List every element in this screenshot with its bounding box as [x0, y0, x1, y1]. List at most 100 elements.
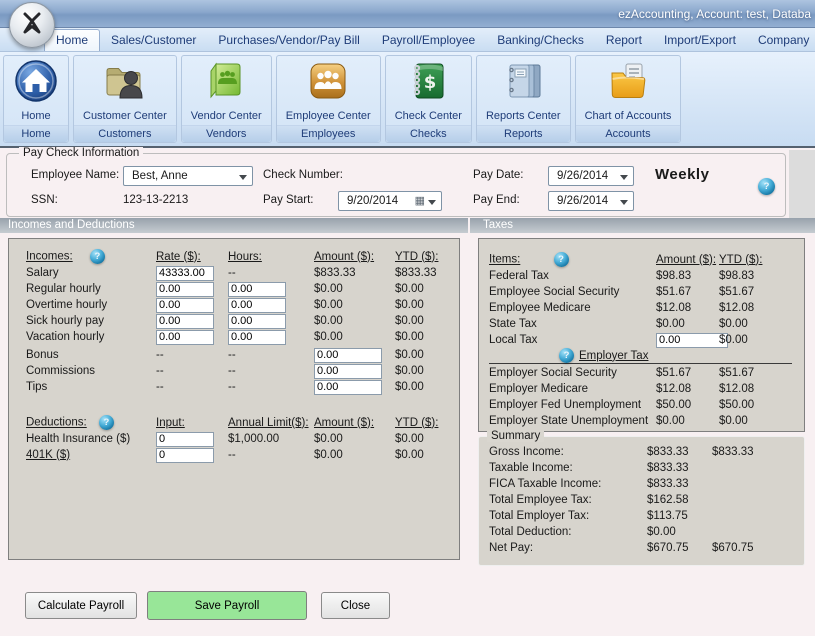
col-header-annual-limit: Annual Limit($): — [228, 416, 314, 431]
report-books-icon — [500, 58, 546, 109]
col-header-amount: Amount ($): — [314, 250, 395, 265]
ribbon-group-label-employees[interactable]: Employees — [277, 125, 380, 142]
summary-groupbox: Summary Gross Income: $833.33 $833.33 Ta… — [478, 436, 805, 566]
health-insurance-input[interactable] — [156, 432, 214, 447]
home-icon — [13, 58, 59, 109]
ribbon-group-label-accounts[interactable]: Accounts — [576, 125, 681, 142]
pay-date-label: Pay Date: — [473, 169, 524, 181]
summary-row-net-pay: Net Pay: $670.75 $670.75 — [479, 540, 804, 556]
ribbon-group-label-checks[interactable]: Checks — [386, 125, 471, 142]
ribbon-group-customers: Customer Center Customers — [73, 55, 177, 143]
col-header-hours: Hours: — [228, 250, 314, 265]
tab-import-export[interactable]: Import/Export — [653, 29, 747, 51]
save-payroll-button[interactable]: Save Payroll — [147, 591, 307, 620]
col-header-rate: Rate ($): — [156, 250, 228, 265]
close-button[interactable]: Close — [321, 592, 390, 619]
ribbon-group-label-vendors[interactable]: Vendors — [182, 125, 271, 142]
tax-row-state: State Tax $0.00 $0.00 — [479, 316, 804, 332]
col-header-amount: Amount ($): — [656, 253, 719, 268]
ribbon-button-label: Employee Center — [286, 110, 371, 122]
app-menu-button[interactable] — [9, 2, 55, 48]
tab-banking-checks[interactable]: Banking/Checks — [486, 29, 595, 51]
chart-of-accounts-button[interactable]: Chart of Accounts — [576, 56, 681, 125]
paycheck-info-legend: Pay Check Information — [19, 147, 143, 159]
menu-bar: Home Sales/Customer Purchases/Vendor/Pay… — [0, 28, 815, 52]
vendor-center-button[interactable]: Vendor Center — [182, 56, 271, 125]
ribbon-group-vendors: Vendor Center Vendors — [181, 55, 272, 143]
ribbon-group-checks: $ Check Center Checks — [385, 55, 472, 143]
bonus-amount-input[interactable] — [314, 348, 382, 363]
employee-name-select[interactable]: Best, Anne — [123, 166, 253, 186]
customer-folder-icon — [102, 58, 148, 109]
401k-input[interactable] — [156, 448, 214, 463]
help-icon[interactable] — [758, 178, 775, 195]
ribbon-toolbar: Home Home Customer Center Customers — [0, 52, 815, 148]
tax-row-federal: Federal Tax $98.83 $98.83 — [479, 268, 804, 284]
title-bar: ezAccounting, Account: test, Databa — [0, 0, 815, 28]
ribbon-group-label-home[interactable]: Home — [4, 125, 68, 142]
commissions-amount-input[interactable] — [314, 364, 382, 379]
income-row-sick-hourly-pay: Sick hourly pay $0.00 $0.00 — [9, 313, 459, 329]
regular-hourly-hours-input[interactable] — [228, 282, 286, 297]
check-center-button[interactable]: $ Check Center — [386, 56, 471, 125]
ribbon-group-reports: Reports Center Reports — [476, 55, 571, 143]
summary-legend: Summary — [487, 430, 544, 442]
col-header-amount: Amount ($): — [314, 416, 395, 431]
employee-name-label: Employee Name: — [31, 169, 119, 181]
pay-date-picker[interactable]: 9/26/2014 — [548, 166, 634, 186]
tab-report[interactable]: Report — [595, 29, 653, 51]
summary-row-gross-income: Gross Income: $833.33 $833.33 — [479, 444, 804, 460]
tax-row-employer-medicare: Employer Medicare $12.08 $12.08 — [479, 381, 804, 397]
income-row-overtime-hourly: Overtime hourly $0.00 $0.00 — [9, 297, 459, 313]
help-icon[interactable] — [554, 252, 569, 267]
sick-hourly-rate-input[interactable] — [156, 314, 214, 329]
pay-end-label: Pay End: — [473, 194, 520, 206]
help-icon[interactable] — [99, 415, 114, 430]
col-header-input: Input: — [156, 416, 228, 431]
ssn-label: SSN: — [31, 194, 58, 206]
ssn-value: 123-13-2213 — [123, 194, 188, 206]
deduction-row-health-insurance: Health Insurance ($) $1,000.00 $0.00 $0.… — [9, 431, 459, 447]
income-row-regular-hourly: Regular hourly $0.00 $0.00 — [9, 281, 459, 297]
salary-rate-input[interactable] — [156, 266, 214, 281]
sick-hourly-hours-input[interactable] — [228, 314, 286, 329]
paycheck-info-groupbox: Pay Check Information Employee Name: Bes… — [6, 153, 786, 217]
401k-link[interactable]: 401K ($) — [26, 449, 70, 461]
employee-center-button[interactable]: Employee Center — [277, 56, 380, 125]
tax-row-employer-state-unemployment: Employer State Unemployment $0.00 $0.00 — [479, 413, 804, 429]
help-icon[interactable] — [559, 348, 574, 363]
vacation-hourly-hours-input[interactable] — [228, 330, 286, 345]
pay-start-picker[interactable]: 9/20/2014 ▦ — [338, 191, 442, 211]
regular-hourly-rate-input[interactable] — [156, 282, 214, 297]
tab-payroll-employee[interactable]: Payroll/Employee — [371, 29, 486, 51]
home-button[interactable]: Home — [4, 56, 68, 125]
ribbon-button-label: Check Center — [395, 110, 462, 122]
summary-row-fica-taxable-income: FICA Taxable Income: $833.33 — [479, 476, 804, 492]
ribbon-group-home: Home Home — [3, 55, 69, 143]
overtime-hourly-rate-input[interactable] — [156, 298, 214, 313]
help-icon[interactable] — [90, 249, 105, 264]
reports-center-button[interactable]: Reports Center — [477, 56, 570, 125]
incomes-deductions-panel: Incomes: Rate ($): Hours: Amount ($): YT… — [8, 238, 460, 560]
tax-row-employee-social-security: Employee Social Security $51.67 $51.67 — [479, 284, 804, 300]
tax-row-local: Local Tax $0.00 — [479, 332, 804, 348]
ribbon-group-label-reports[interactable]: Reports — [477, 125, 570, 142]
calculate-payroll-button[interactable]: Calculate Payroll — [25, 592, 137, 619]
check-number-label: Check Number: — [263, 169, 343, 181]
ribbon-group-label-customers[interactable]: Customers — [74, 125, 176, 142]
col-header-ytd: YTD ($): — [395, 250, 459, 265]
tips-amount-input[interactable] — [314, 380, 382, 395]
pay-start-label: Pay Start: — [263, 194, 314, 206]
tab-purchases-vendor-pay-bill[interactable]: Purchases/Vendor/Pay Bill — [207, 29, 370, 51]
pay-end-picker[interactable]: 9/26/2014 — [548, 191, 634, 211]
pay-start-value: 9/20/2014 — [347, 195, 398, 207]
tab-sales-customer[interactable]: Sales/Customer — [100, 29, 207, 51]
vacation-hourly-rate-input[interactable] — [156, 330, 214, 345]
local-tax-input[interactable] — [656, 333, 728, 348]
income-row-vacation-hourly: Vacation hourly $0.00 $0.00 — [9, 329, 459, 345]
tab-company[interactable]: Company — [747, 29, 815, 51]
taxes-items-title: Items: — [489, 254, 520, 266]
overtime-hourly-hours-input[interactable] — [228, 298, 286, 313]
customer-center-button[interactable]: Customer Center — [74, 56, 176, 125]
col-header-ytd: YTD ($): — [719, 253, 804, 268]
